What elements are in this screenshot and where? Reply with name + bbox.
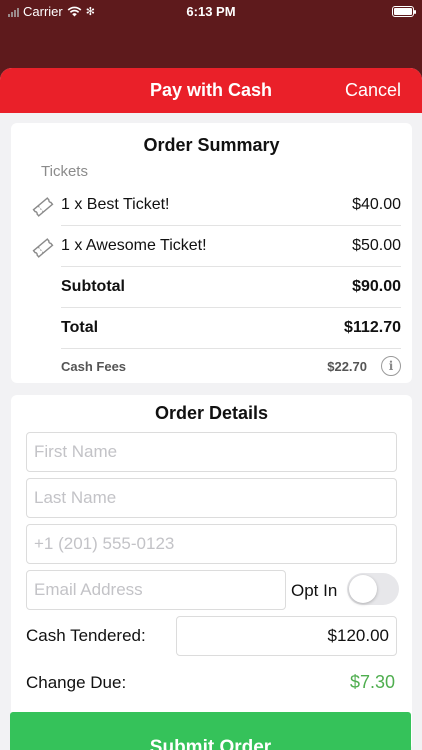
order-details-title: Order Details	[154, 403, 269, 423]
ticket-label: 1 x Awesome Ticket!	[61, 237, 207, 254]
change-due-label: Change Due:	[26, 673, 127, 692]
submit-order-button[interactable]: Submit Order	[10, 712, 411, 750]
last-name-input[interactable]	[26, 478, 397, 518]
order-summary-title: Order Summary	[143, 135, 280, 155]
cash-tendered-label: Cash Tendered:	[26, 626, 146, 645]
ticket-label: 1 x Best Ticket!	[61, 196, 170, 213]
order-details-card: Order Details Opt In Cash Tendered: Chan…	[11, 395, 412, 750]
opt-in-toggle[interactable]	[347, 573, 399, 605]
nav-bar: Pay with Cash Cancel	[0, 68, 422, 113]
list-item: 1 x Best Ticket! $40.00	[61, 185, 401, 226]
info-icon[interactable]: i	[381, 356, 401, 376]
phone-input[interactable]	[26, 524, 397, 564]
ticket-price: $50.00	[352, 237, 401, 254]
subtotal-row: Subtotal $90.00	[61, 267, 401, 308]
pay-with-cash-sheet: Pay with Cash Cancel Order Summary Ticke…	[0, 68, 422, 750]
total-value: $112.70	[344, 319, 401, 336]
battery-icon	[392, 6, 416, 17]
ticket-icon	[32, 238, 54, 258]
cash-fees-label: Cash Fees	[61, 358, 127, 374]
email-input[interactable]	[26, 570, 286, 610]
ticket-price: $40.00	[352, 196, 401, 213]
toggle-knob	[349, 575, 377, 603]
first-name-input[interactable]	[26, 432, 397, 472]
total-row: Total $112.70	[61, 308, 401, 349]
tickets-section-label: Tickets	[41, 163, 88, 180]
total-label: Total	[61, 319, 99, 336]
cash-fees-row: Cash Fees $22.70 i	[61, 346, 401, 386]
status-time: 6:13 PM	[186, 4, 236, 19]
status-bar: Carrier ✻ 6:13 PM	[0, 0, 422, 24]
opt-in-label: Opt In	[291, 581, 338, 600]
cancel-button[interactable]: Cancel	[345, 80, 401, 101]
ticket-icon	[32, 197, 54, 217]
change-due-value: $7.30	[349, 672, 395, 692]
subtotal-label: Subtotal	[61, 278, 125, 295]
cash-tendered-input[interactable]	[176, 616, 397, 656]
cash-fees-value: $22.70	[327, 358, 367, 374]
list-item: 1 x Awesome Ticket! $50.00	[61, 226, 401, 267]
order-summary-card: Order Summary Tickets 1 x Best Ticket! $…	[11, 123, 412, 383]
subtotal-value: $90.00	[352, 278, 401, 295]
